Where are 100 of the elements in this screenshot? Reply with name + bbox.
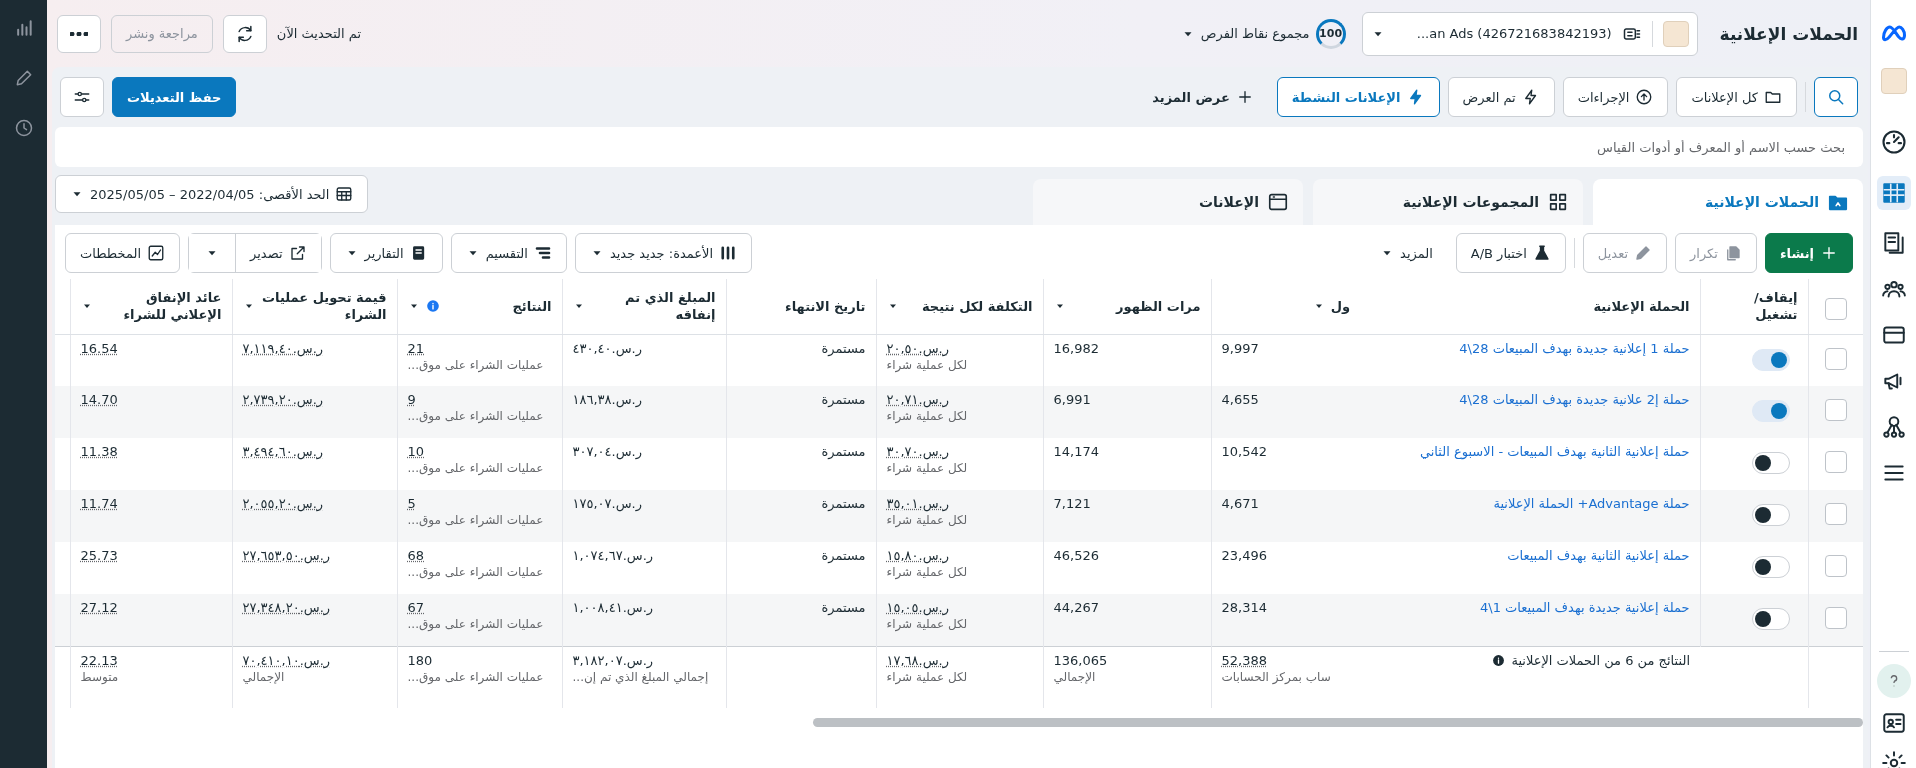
toggle-switch[interactable]	[1751, 400, 1790, 422]
end-date: مستمرة	[821, 340, 866, 356]
campaign-link[interactable]: حملة 1 إعلانية جديدة بهدف المبيعات 28\4	[1459, 340, 1690, 356]
horizontal-scrollbar[interactable]	[813, 718, 1863, 727]
level-tab[interactable]: الحملات الإعلانية	[1593, 179, 1863, 225]
save-button[interactable]: حفظ التعديلات	[112, 77, 237, 117]
window-icon	[1267, 191, 1289, 213]
row-checkbox[interactable]	[1824, 399, 1847, 421]
info-icon[interactable]	[1492, 653, 1506, 667]
totals-label: النتائج من 6 من الحملات الإعلانية	[1492, 652, 1690, 668]
filter-button[interactable]: تم العرض	[1447, 77, 1555, 117]
reach-value: 4,655	[1221, 391, 1259, 408]
results-note: عمليات الشراء على موق...	[407, 512, 545, 529]
row-checkbox[interactable]	[1824, 347, 1847, 370]
charts-button[interactable]: المخططات	[65, 233, 180, 273]
impressions-value: 14,174	[1053, 443, 1099, 460]
refresh-button[interactable]	[222, 14, 267, 53]
column-header[interactable]: مرات الظهور	[1053, 297, 1201, 315]
toggle-switch[interactable]	[1751, 608, 1790, 630]
results-note: عمليات الشراء على موق...	[407, 564, 545, 581]
results-note: عمليات الشراء على موق...	[407, 616, 545, 633]
network-icon[interactable]	[1880, 414, 1907, 440]
toggle-switch[interactable]	[1751, 556, 1790, 578]
search-button[interactable]	[1814, 77, 1858, 117]
upload-icon	[1635, 88, 1654, 106]
column-header[interactable]: الحملة الإعلانية	[1370, 297, 1690, 315]
campaign-link[interactable]: حملة إعلانية الثانية بهدف المبيعات	[1507, 548, 1690, 563]
row-checkbox[interactable]	[1824, 451, 1847, 473]
results-value: 68	[407, 547, 425, 564]
results-note: عمليات الشراء على موق...	[407, 460, 545, 477]
impressions-value: 16,982	[1053, 339, 1099, 357]
filter-button[interactable]: كل الإعلانات	[1676, 77, 1797, 117]
total-cost-value: ر.س.١٧,٦٨	[886, 651, 949, 669]
toggle-switch[interactable]	[1751, 452, 1790, 474]
filter-button[interactable]: الإعلانات النشطة	[1276, 77, 1440, 117]
cost-value: ر.س.٣٠,٧٠	[886, 443, 949, 460]
roas-value: 16.54	[80, 339, 118, 357]
column-header[interactable]: التكلفة لكل نتيجة	[886, 297, 1033, 315]
column-header[interactable]: النتائج	[407, 297, 552, 315]
end-date: مستمرة	[821, 392, 866, 407]
clock-icon[interactable]	[13, 118, 34, 138]
page-title: الحملات الإعلانية	[1719, 23, 1858, 44]
column-header[interactable]: المبلغ الذي تم إنفاقه	[572, 289, 716, 324]
purchase-value: ر.س.٣,٤٩٤,٦٠	[242, 443, 324, 460]
results-note: عمليات الشراء على موق...	[407, 356, 545, 374]
view-dropdown[interactable]: التقسيم	[450, 233, 567, 273]
view-dropdown[interactable]: الأعمدة: جديد جديد	[574, 233, 753, 273]
table-icon[interactable]	[1876, 176, 1911, 210]
spent-value: ر.س.١٧٥,٠٧	[572, 495, 642, 512]
settings-button[interactable]	[60, 77, 104, 117]
select-all-checkbox[interactable]	[1824, 297, 1847, 320]
row-checkbox[interactable]	[1824, 555, 1847, 577]
column-header[interactable]: قيمة تحويل عمليات الشراء	[242, 289, 387, 324]
columns-icon	[719, 244, 738, 262]
id-card-icon[interactable]	[1880, 710, 1907, 736]
action-button[interactable]: إنشاء	[1764, 233, 1853, 273]
more-button[interactable]	[57, 14, 101, 53]
purchase-value: ر.س.٢,٧٣٩,٢٠	[242, 391, 324, 408]
level-tab[interactable]: الإعلانات	[1033, 179, 1303, 225]
show-more-button[interactable]: عرض المزيد	[1137, 77, 1269, 117]
purchase-value: ر.س.٢٧,٣٤٨,٢٠	[242, 599, 331, 616]
level-tab[interactable]: المجموعات الإعلانية	[1313, 179, 1583, 225]
results-value: 5	[407, 495, 416, 512]
spent-value: ر.س.١,٠٧٤,٦٧	[572, 547, 654, 564]
reach-value: 10,542	[1221, 443, 1267, 460]
reach-value: 23,496	[1221, 547, 1267, 564]
column-header[interactable]: ول	[1221, 297, 1350, 315]
roas-value: 25.73	[80, 547, 118, 564]
cost-value: ر.س.٣٥,٠١	[886, 495, 949, 512]
campaign-link[interactable]: حملة إعلانية جديدة بهدف المبيعات 1\4	[1480, 600, 1690, 615]
calendar-icon	[335, 185, 354, 203]
column-header[interactable]: تاريخ الانتهاء	[736, 297, 866, 315]
purchase-value: ر.س.٢٧,٦٥٣,٥٠	[242, 547, 331, 564]
filter-button[interactable]: الإجراءات	[1562, 77, 1669, 117]
column-header[interactable]: عائد الإنفاق الإعلاني للشراء	[80, 289, 222, 324]
toggle-switch[interactable]	[1751, 504, 1790, 526]
spent-value: ر.س.١٨٦,٣٨	[572, 391, 642, 408]
account-selector[interactable]: ...an Ads (426721683842193)	[1361, 11, 1698, 56]
score-label: مجموع نقاط الفرص	[1200, 26, 1310, 41]
spent-value: ر.س.٣٠٧,٠٤	[572, 443, 642, 460]
campaign-link[interactable]: حملة إعلانية الثانية بهدف المبيعات - الاسبوع الثاني	[1419, 444, 1690, 459]
action-button[interactable]: اختبار A/B	[1455, 233, 1566, 273]
row-checkbox[interactable]	[1824, 503, 1847, 525]
total-value-note: الإجمالي	[242, 669, 286, 686]
reach-value: 9,997	[1221, 339, 1259, 357]
view-dropdown[interactable]: التقارير	[329, 233, 443, 273]
column-header[interactable]: إيقاف/ تشغيل	[1710, 289, 1798, 324]
toggle-switch[interactable]	[1751, 348, 1790, 371]
results-note: عمليات الشراء على موق...	[407, 408, 545, 425]
row-checkbox[interactable]	[1824, 607, 1847, 629]
more-dropdown[interactable]: المزيد	[1365, 233, 1448, 273]
results-value: 21	[407, 339, 425, 357]
total-results-note: عمليات الشراء على موق...	[407, 668, 545, 686]
campaign-link[interactable]: حملة إ2 علانية جديدة بهدف المبيعات 28\4	[1459, 392, 1690, 407]
campaign-link[interactable]: حملة Advantage+ الحملة الإعلانية	[1493, 496, 1690, 511]
grid-icon	[1547, 191, 1569, 213]
gauge-icon[interactable]	[1879, 128, 1908, 156]
date-range-button[interactable]: الحد الأقصى: 2022/04/05 – 2025/05/05	[55, 175, 369, 213]
total-roas-note: متوسط	[80, 668, 120, 686]
impressions-value: 44,267	[1053, 599, 1099, 616]
